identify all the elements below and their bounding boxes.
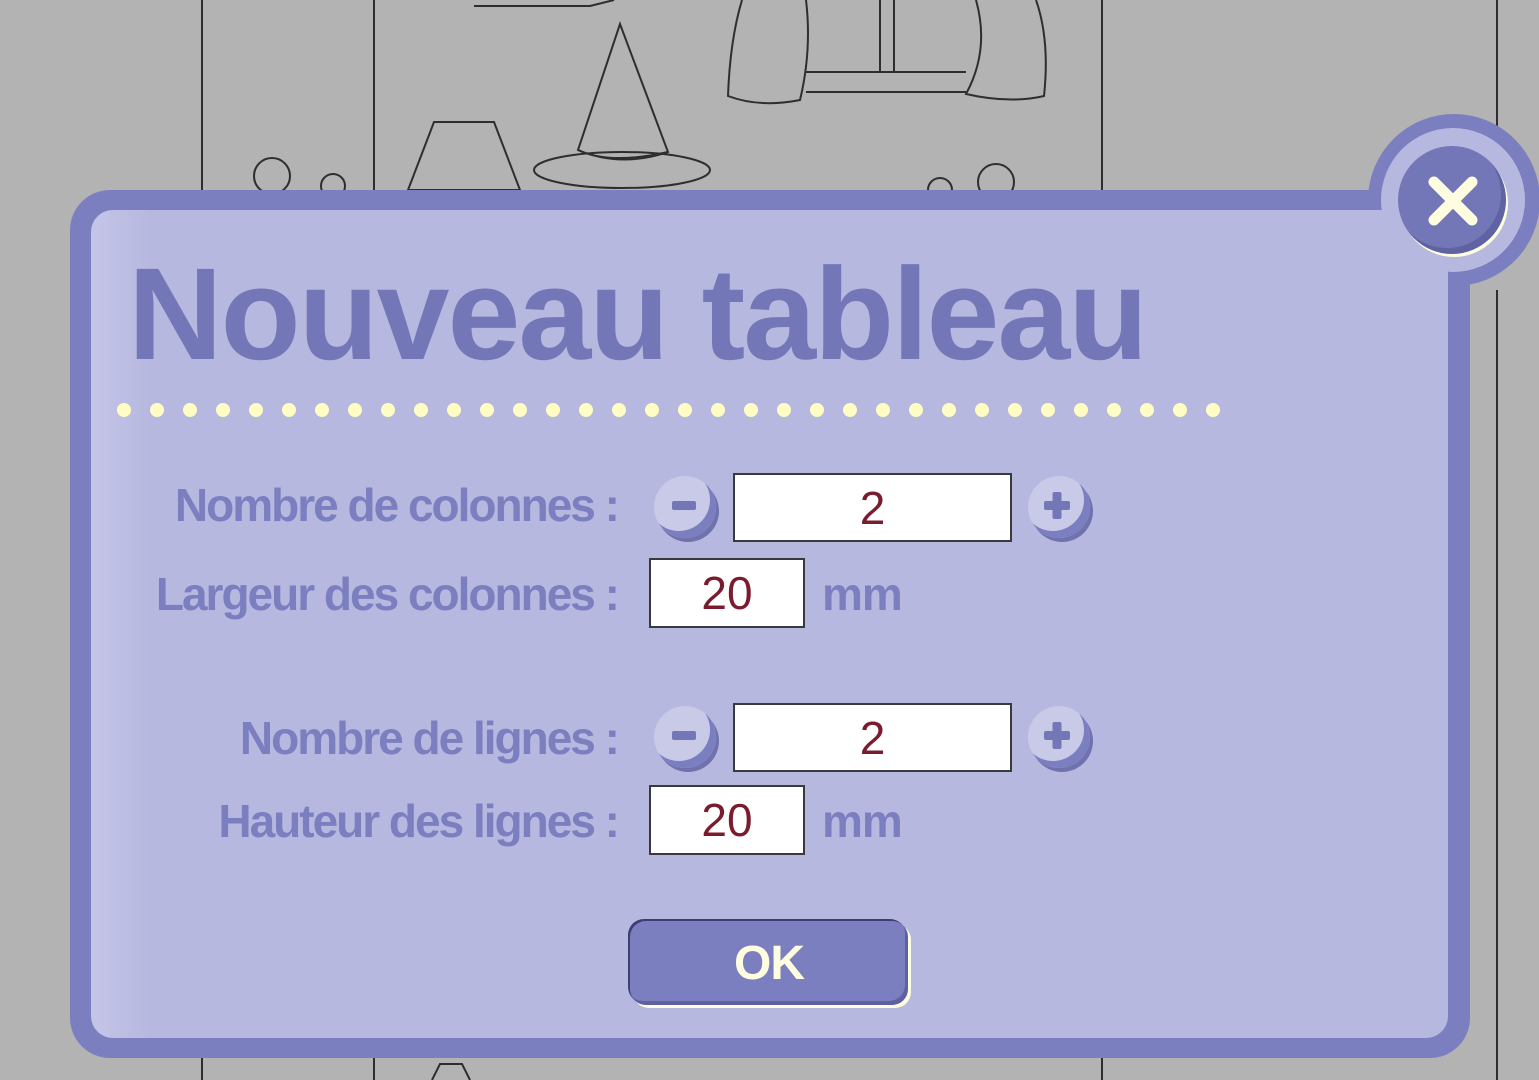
rows-count-input[interactable]	[733, 703, 1012, 772]
dotted-divider	[117, 403, 1220, 417]
minus-icon	[672, 501, 696, 510]
rows-decrement-button[interactable]	[654, 706, 716, 768]
plus-icon	[1044, 722, 1070, 749]
ok-button[interactable]: OK	[630, 921, 908, 1005]
rows-count-label: Nombre de lignes :	[239, 712, 620, 764]
plus-icon	[1044, 492, 1070, 519]
columns-decrement-button[interactable]	[654, 476, 716, 538]
dialog-title: Nouveau tableau	[128, 240, 1148, 387]
minus-icon	[672, 731, 696, 740]
columns-increment-button[interactable]	[1028, 476, 1090, 538]
columns-width-unit: mm	[822, 568, 903, 620]
rows-height-label: Hauteur des lignes :	[218, 795, 620, 847]
columns-count-input[interactable]	[733, 473, 1012, 542]
close-button[interactable]	[1398, 146, 1506, 254]
columns-width-input[interactable]	[649, 558, 805, 628]
columns-width-label: Largeur des colonnes :	[155, 568, 620, 620]
rows-height-unit: mm	[822, 795, 903, 847]
rows-increment-button[interactable]	[1028, 706, 1090, 768]
close-x-icon	[1428, 176, 1478, 226]
columns-count-label: Nombre de colonnes :	[174, 479, 620, 531]
rows-height-input[interactable]	[649, 785, 805, 855]
